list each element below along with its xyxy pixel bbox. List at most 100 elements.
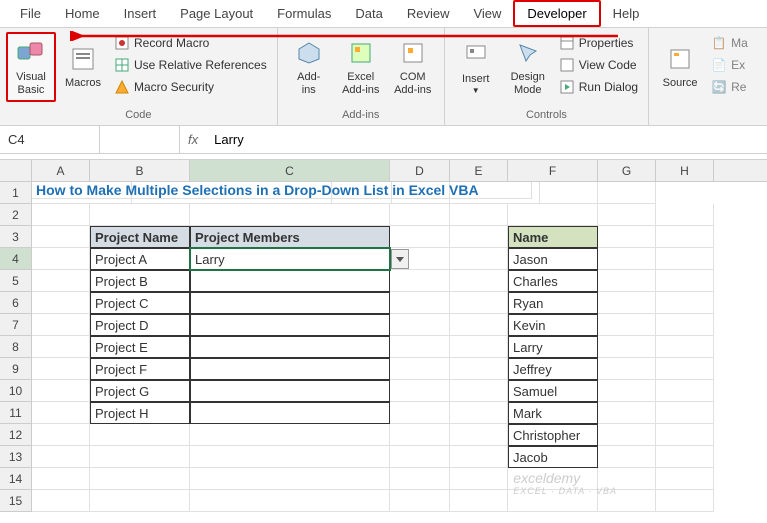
cell-H8[interactable]: [656, 336, 714, 358]
cell-C12[interactable]: [190, 424, 390, 446]
cell-G11[interactable]: [598, 402, 656, 424]
cell-G9[interactable]: [598, 358, 656, 380]
cell-B14[interactable]: [90, 468, 190, 490]
cell-F9[interactable]: Jeffrey: [508, 358, 598, 380]
cell-D8[interactable]: [390, 336, 450, 358]
cell-G13[interactable]: [598, 446, 656, 468]
fx-label[interactable]: fx: [180, 132, 206, 147]
cell-D13[interactable]: [390, 446, 450, 468]
col-header-H[interactable]: H: [656, 160, 714, 181]
cell-A4[interactable]: [32, 248, 90, 270]
row-header-4[interactable]: 4: [0, 248, 32, 270]
cell-H13[interactable]: [656, 446, 714, 468]
cell-A2[interactable]: [32, 204, 90, 226]
cell-H14[interactable]: [656, 468, 714, 490]
record-macro-button[interactable]: Record Macro: [110, 32, 271, 54]
cell-E9[interactable]: [450, 358, 508, 380]
cell-E3[interactable]: [450, 226, 508, 248]
cell-C15[interactable]: [190, 490, 390, 512]
row-header-3[interactable]: 3: [0, 226, 32, 248]
row-header-14[interactable]: 14: [0, 468, 32, 490]
menu-formulas[interactable]: Formulas: [265, 2, 343, 25]
col-header-G[interactable]: G: [598, 160, 656, 181]
cell-F5[interactable]: Charles: [508, 270, 598, 292]
menu-review[interactable]: Review: [395, 2, 462, 25]
cell-A8[interactable]: [32, 336, 90, 358]
cell-F12[interactable]: Christopher: [508, 424, 598, 446]
com-addins-button[interactable]: COM Add-ins: [388, 32, 438, 102]
map-properties-button[interactable]: 📋Ma: [707, 32, 752, 54]
row-header-12[interactable]: 12: [0, 424, 32, 446]
cell-D9[interactable]: [390, 358, 450, 380]
cell-E14[interactable]: [450, 468, 508, 490]
cell-C6[interactable]: [190, 292, 390, 314]
expansion-button[interactable]: 📄Ex: [707, 54, 752, 76]
design-mode-button[interactable]: Design Mode: [503, 32, 553, 102]
row-header-5[interactable]: 5: [0, 270, 32, 292]
cell-G3[interactable]: [598, 226, 656, 248]
cell-E2[interactable]: [450, 204, 508, 226]
cell-B12[interactable]: [90, 424, 190, 446]
cell-H15[interactable]: [656, 490, 714, 512]
cell-B2[interactable]: [90, 204, 190, 226]
cell-A10[interactable]: [32, 380, 90, 402]
menu-file[interactable]: File: [8, 2, 53, 25]
cell-G6[interactable]: [598, 292, 656, 314]
cell-C11[interactable]: [190, 402, 390, 424]
cell-A7[interactable]: [32, 314, 90, 336]
cell-C10[interactable]: [190, 380, 390, 402]
cell-G4[interactable]: [598, 248, 656, 270]
cell-H11[interactable]: [656, 402, 714, 424]
col-header-B[interactable]: B: [90, 160, 190, 181]
cell-A12[interactable]: [32, 424, 90, 446]
cell-C9[interactable]: [190, 358, 390, 380]
cell-B6[interactable]: Project C: [90, 292, 190, 314]
cell-G7[interactable]: [598, 314, 656, 336]
cell-B9[interactable]: Project F: [90, 358, 190, 380]
cell-H6[interactable]: [656, 292, 714, 314]
row-header-8[interactable]: 8: [0, 336, 32, 358]
cell-E5[interactable]: [450, 270, 508, 292]
select-all-corner[interactable]: [0, 160, 32, 181]
cell-F11[interactable]: Mark: [508, 402, 598, 424]
cell-F6[interactable]: Ryan: [508, 292, 598, 314]
cell-D11[interactable]: [390, 402, 450, 424]
cell-E10[interactable]: [450, 380, 508, 402]
cell-A3[interactable]: [32, 226, 90, 248]
cell-E6[interactable]: [450, 292, 508, 314]
menu-view[interactable]: View: [461, 2, 513, 25]
cell-B4[interactable]: Project A: [90, 248, 190, 270]
cell-H3[interactable]: [656, 226, 714, 248]
row-header-7[interactable]: 7: [0, 314, 32, 336]
cell-E12[interactable]: [450, 424, 508, 446]
cell-D5[interactable]: [390, 270, 450, 292]
cell-C2[interactable]: [190, 204, 390, 226]
cell-H9[interactable]: [656, 358, 714, 380]
cell-B7[interactable]: Project D: [90, 314, 190, 336]
cell-G12[interactable]: [598, 424, 656, 446]
cell-F7[interactable]: Kevin: [508, 314, 598, 336]
cell-G1[interactable]: [540, 182, 598, 204]
cell-E13[interactable]: [450, 446, 508, 468]
menu-insert[interactable]: Insert: [112, 2, 169, 25]
visual-basic-button[interactable]: Visual Basic: [6, 32, 56, 102]
cell-B8[interactable]: Project E: [90, 336, 190, 358]
cell-D3[interactable]: [390, 226, 450, 248]
cell-F10[interactable]: Samuel: [508, 380, 598, 402]
cells-grid[interactable]: How to Make Multiple Selections in a Dro…: [32, 182, 714, 512]
cell-F3[interactable]: Name: [508, 226, 598, 248]
insert-control-button[interactable]: Insert▼: [451, 32, 501, 102]
cell-G2[interactable]: [598, 204, 656, 226]
cell-A13[interactable]: [32, 446, 90, 468]
cell-G14[interactable]: [598, 468, 656, 490]
macro-security-button[interactable]: Macro Security: [110, 76, 271, 98]
macros-button[interactable]: Macros: [58, 32, 108, 102]
cell-F8[interactable]: Larry: [508, 336, 598, 358]
row-header-2[interactable]: 2: [0, 204, 32, 226]
addins-button[interactable]: Add- ins: [284, 32, 334, 102]
row-header-9[interactable]: 9: [0, 358, 32, 380]
cell-A15[interactable]: [32, 490, 90, 512]
cell-D12[interactable]: [390, 424, 450, 446]
cell-H1[interactable]: [598, 182, 656, 204]
cell-D7[interactable]: [390, 314, 450, 336]
